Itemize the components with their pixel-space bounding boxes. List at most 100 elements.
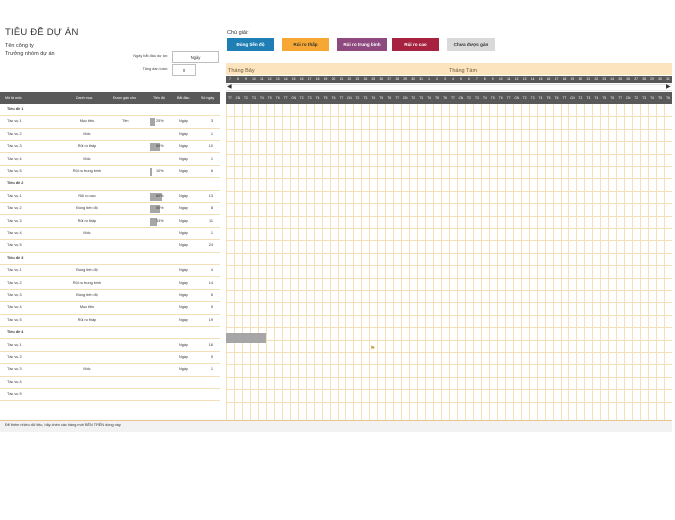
date-number: 10 — [252, 77, 256, 81]
weekday-label: T4 — [427, 96, 431, 100]
project-manager[interactable]: Trưởng nhóm dự án — [5, 51, 55, 57]
weekday-label: T7 — [506, 96, 511, 100]
cell-category: Mốc — [83, 231, 91, 235]
table-row[interactable]: Tác vụ 1 Rủi ro cao 60% Ngày 13 — [0, 191, 220, 204]
weekday-label: CN — [625, 96, 631, 100]
weekday-label: T3 — [419, 96, 423, 100]
date-number: 10 — [498, 77, 503, 81]
date-number: 9 — [245, 77, 247, 81]
start-date-input[interactable]: Ngày — [172, 51, 219, 63]
cell-desc: Tiêu đề 3 — [7, 255, 24, 260]
grid-hline — [226, 376, 672, 378]
table-row[interactable]: Tác vụ 3 Rủi ro thấp 33% Ngày 11 — [0, 216, 220, 228]
date-number: 27 — [634, 77, 638, 81]
weekday-label: T3 — [363, 96, 368, 100]
table-row[interactable]: Tác vụ 2 Rủi ro trung bình Ngày 14 — [0, 278, 220, 290]
weekday-label: CN — [291, 96, 296, 100]
grid-hline — [226, 153, 672, 155]
table-row[interactable]: Tác vụ 2 Ngày 5 — [0, 352, 220, 365]
table-row[interactable]: Tác vụ 4 Mốc Ngày 1 — [0, 154, 220, 166]
cell-progress: 25% — [156, 119, 164, 124]
cell-desc: Tác vụ 2 — [7, 131, 22, 136]
weekday-label: T4 — [315, 96, 320, 100]
date-number: 13 — [522, 77, 527, 81]
date-number: 3 — [444, 77, 446, 81]
date-number: 17 — [307, 77, 312, 81]
gantt-bar[interactable] — [226, 333, 266, 343]
table-row[interactable]: Tác vụ 5 Ngày 24 — [0, 240, 220, 253]
cell-progress: 60% — [156, 193, 164, 198]
table-row[interactable]: Tác vụ 1 Ngày 16 — [0, 340, 220, 352]
cell-desc: Tác vụ 3 — [7, 218, 22, 223]
date-number: 28 — [395, 77, 399, 81]
weekday-label: CN — [514, 96, 519, 100]
date-number: 19 — [570, 77, 575, 81]
weekday-label: T5 — [490, 96, 495, 100]
date-number: 20 — [578, 77, 583, 81]
cell-desc: Tác vụ 5 — [7, 243, 22, 248]
cell-days: 14 — [208, 280, 213, 285]
table-row[interactable]: Tác vụ 2 Đúng tiến độ 50% Ngày 8 — [0, 203, 220, 216]
date-number: 24 — [363, 77, 368, 81]
date-number: 26 — [626, 77, 630, 81]
weekday-label: T7 — [562, 96, 567, 100]
section-heading[interactable]: Tiêu đề 3 — [0, 253, 220, 266]
date-number: 22 — [347, 77, 352, 81]
date-number: 11 — [260, 77, 264, 81]
weekday-label: T4 — [371, 96, 376, 100]
company-name[interactable]: Tên công ty — [5, 43, 34, 49]
weekday-label: T6 — [554, 96, 559, 100]
weekday-label: T2 — [467, 96, 471, 100]
cell-start: Ngày — [179, 144, 188, 149]
weekday-label: T2 — [355, 96, 360, 100]
table-row[interactable]: Tác vụ 5 — [0, 389, 220, 402]
scroll-right-icon[interactable]: ▶ — [666, 84, 671, 91]
table-row[interactable]: Tác vụ 3 Mốc Ngày 1 — [0, 364, 220, 377]
weekday-label: T5 — [379, 96, 384, 100]
table-row[interactable]: Tác vụ 1 Mục tiêu Tên 25% Ngày 3 — [0, 116, 220, 129]
table-row[interactable]: Tác vụ 2 Mốc Ngày 1 — [0, 129, 220, 142]
weekday-label: T6 — [498, 96, 503, 100]
table-row[interactable]: Tác vụ 4 Mốc Ngày 1 — [0, 228, 220, 241]
weekday-label: CN — [402, 96, 408, 100]
weekday-label: CN — [347, 96, 352, 100]
cell-category: Rủi ro trung bình — [72, 280, 102, 285]
section-heading[interactable]: Tiêu đề 2 — [0, 178, 220, 191]
cell-start: Ngày — [179, 317, 188, 322]
table-row[interactable]: Tác vụ 5 Rủi ro thấp Ngày 19 — [0, 315, 220, 328]
scroll-left-icon[interactable]: ◀ — [227, 84, 232, 91]
table-row[interactable]: Tác vụ 3 Đúng tiến độ Ngày 6 — [0, 290, 220, 303]
cell-desc: Tác vụ 1 — [7, 193, 22, 198]
grid-hline — [226, 265, 672, 267]
cell-start: Ngày — [179, 119, 188, 124]
cell-category: Mốc — [83, 367, 91, 372]
date-number: 7 — [229, 77, 231, 81]
cell-progress: 50% — [156, 144, 164, 149]
date-number: 26 — [379, 77, 384, 81]
cell-progress: 10% — [156, 169, 164, 173]
section-heading[interactable]: Tiêu đề 1 — [0, 104, 220, 117]
date-number: 12 — [514, 77, 519, 81]
table-row[interactable]: Tác vụ 1 Đúng tiến độ Ngày 4 — [0, 265, 220, 278]
cell-category: Rủi ro trung bình — [72, 169, 102, 173]
table-row[interactable]: Tác vụ 3 Rủi ro thấp 50% Ngày 10 — [0, 141, 220, 154]
cell-start: Ngày — [179, 305, 188, 310]
table-row[interactable]: Tác vụ 4 Mục tiêu Ngày 5 — [0, 302, 220, 315]
cell-days: 1 — [210, 367, 213, 372]
weekday-label: T5 — [323, 96, 328, 100]
week-increment-input[interactable]: 0 — [172, 64, 196, 76]
timeline-scroll-strip — [226, 84, 672, 91]
week-increment-label: Tăng dần tuần: — [142, 67, 168, 71]
cell-days: 6 — [210, 293, 213, 297]
grid-hline — [226, 128, 672, 130]
cell-start: Ngày — [179, 231, 188, 235]
cell-desc: Tác vụ 3 — [7, 367, 22, 372]
date-number: 25 — [618, 77, 622, 81]
section-heading[interactable]: Tiêu đề 4 — [0, 327, 220, 340]
grid-hline — [226, 302, 672, 304]
cell-category: Rủi ro thấp — [77, 218, 97, 223]
table-row[interactable]: Tác vụ 5 Rủi ro trung bình 10% Ngày 6 — [0, 166, 220, 179]
date-number: 21 — [586, 77, 591, 81]
cell-category: Đúng tiến độ — [76, 206, 98, 211]
table-row[interactable]: Tác vụ 4 — [0, 377, 220, 390]
